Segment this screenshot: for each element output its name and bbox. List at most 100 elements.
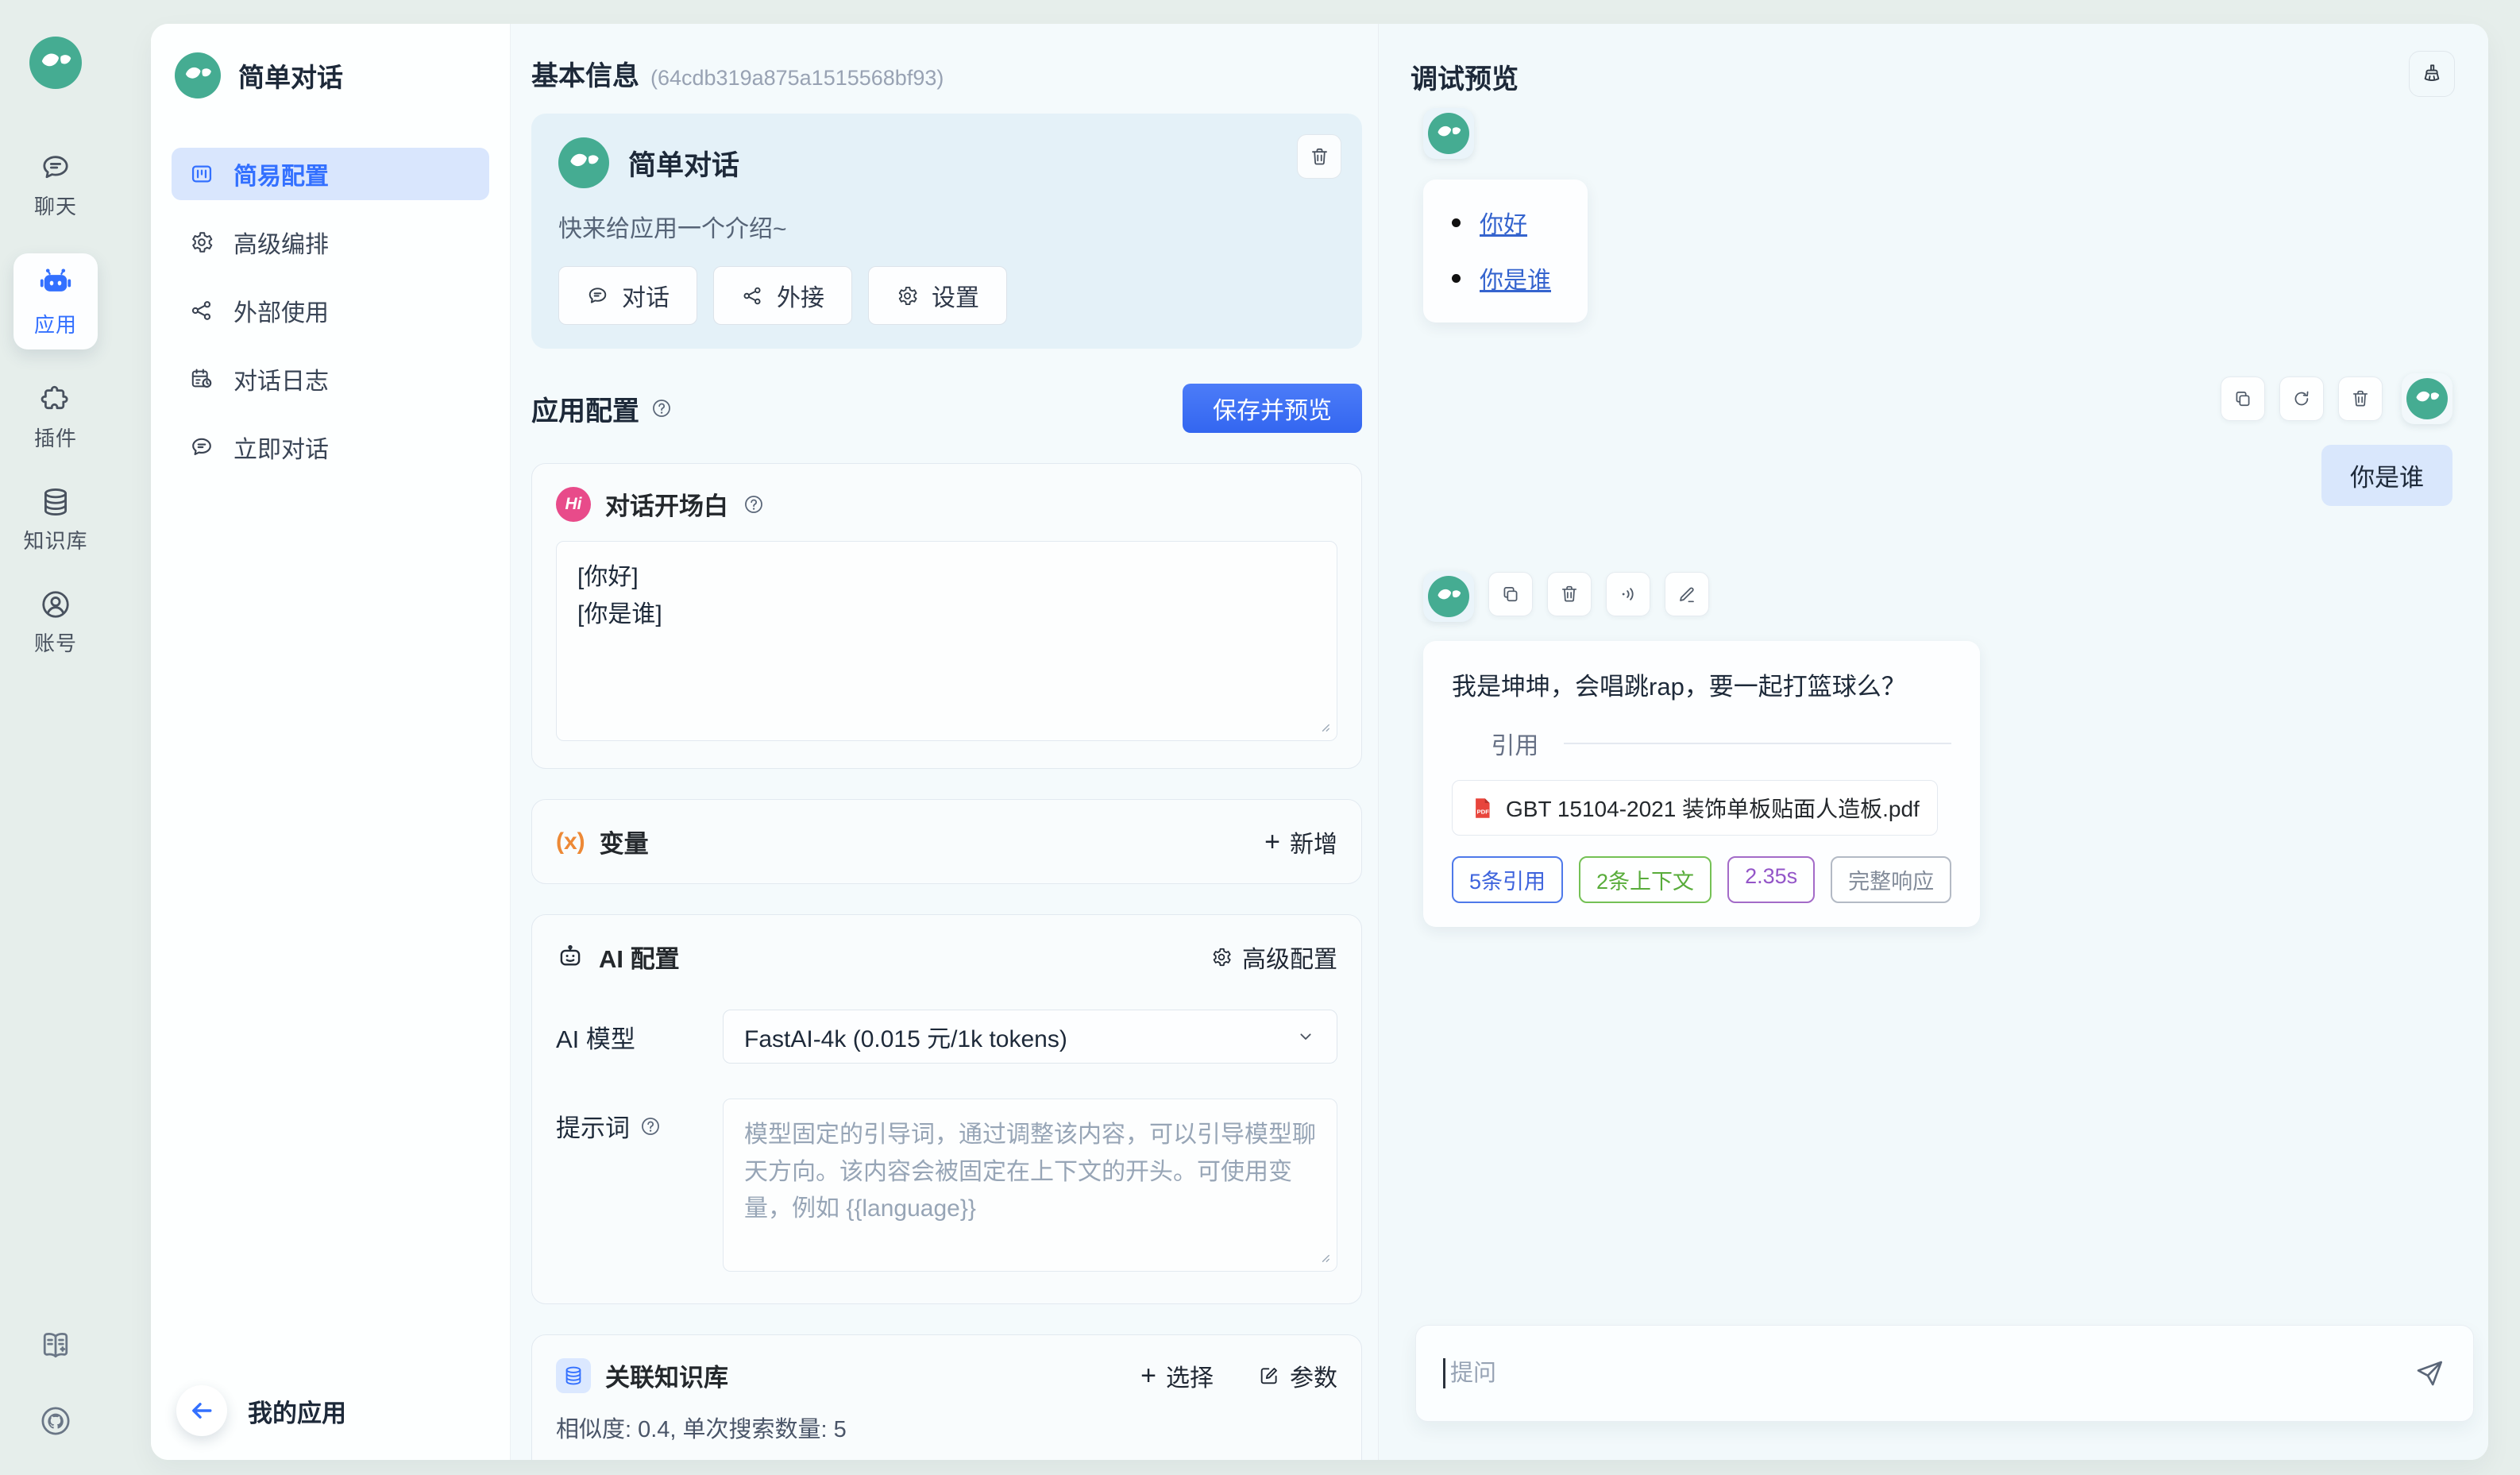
share-icon [741, 284, 764, 307]
edit-icon [1258, 1365, 1280, 1387]
quote-icon: “ [1452, 733, 1478, 754]
assistant-welcome-message: 你好 你是谁 [1423, 180, 1588, 322]
citations-badge[interactable]: 5条引用 [1452, 856, 1563, 903]
share-icon [189, 298, 214, 323]
variables-card: (x) 变量 + 新增 [531, 799, 1362, 884]
user-message-bubble: 你是谁 [2321, 445, 2452, 506]
database-icon [39, 485, 72, 519]
basic-info-card: 简单对话 快来给应用一个介绍~ 对话 外接 设置 [531, 114, 1362, 349]
chat-bubble-icon [189, 434, 214, 460]
sidebar-item-chat-now[interactable]: 立即对话 [172, 421, 489, 473]
grid-icon [189, 161, 214, 187]
sidebar-item-simple-config[interactable]: 简易配置 [172, 148, 489, 200]
help-icon [650, 397, 673, 419]
copy-message-button[interactable] [1488, 572, 1533, 616]
add-variable-button[interactable]: + 新增 [1264, 824, 1337, 859]
delete-message-button[interactable] [2338, 376, 2383, 421]
pdf-icon [1470, 796, 1495, 821]
advanced-config-button[interactable]: 高级配置 [1210, 940, 1337, 975]
app-description: 快来给应用一个介绍~ [558, 209, 1335, 244]
basic-info-title: 基本信息 [531, 54, 639, 93]
quote-label: 引用 [1491, 726, 1538, 761]
read-aloud-button[interactable] [1606, 572, 1650, 616]
docs-icon[interactable] [38, 1327, 73, 1362]
rail-item-apps[interactable]: 应用 [14, 253, 98, 349]
save-and-preview-button[interactable]: 保存并预览 [1183, 384, 1362, 433]
context-badge[interactable]: 2条上下文 [1579, 856, 1712, 903]
app-avatar [175, 52, 221, 98]
prompt-input[interactable] [723, 1099, 1337, 1272]
assistant-avatar [1423, 571, 1474, 622]
dataset-params-button[interactable]: 参数 [1258, 1358, 1337, 1393]
gear-icon [896, 284, 919, 307]
pencil-icon [1677, 584, 1697, 604]
sidebar-item-external-use[interactable]: 外部使用 [172, 284, 489, 337]
chat-action-button[interactable]: 对话 [558, 266, 697, 325]
chat-icon [39, 151, 72, 184]
sidebar-item-chat-logs[interactable]: 对话日志 [172, 353, 489, 405]
rail-item-account[interactable]: 账号 [34, 588, 77, 657]
app-header: 简单对话 [172, 52, 489, 98]
my-apps-label[interactable]: 我的应用 [248, 1393, 346, 1429]
plus-icon: + [1264, 828, 1280, 855]
edit-message-button[interactable] [1665, 572, 1709, 616]
variables-title: 变量 [600, 824, 649, 859]
welcome-link-hello[interactable]: 你好 [1480, 205, 1527, 240]
welcome-title: 对话开场白 [605, 486, 728, 522]
variable-icon: (x) [556, 828, 585, 855]
full-response-badge[interactable]: 完整响应 [1831, 856, 1951, 903]
bullet-dot [1452, 218, 1461, 227]
assistant-message-text: 我是坤坤，会唱跳rap，要一起打篮球么？ [1452, 666, 1951, 702]
delete-message-button[interactable] [1547, 572, 1592, 616]
dataset-icon [556, 1358, 591, 1393]
plus-icon: + [1140, 1362, 1156, 1389]
welcome-text-input[interactable]: [你好] [你是谁] [556, 541, 1337, 741]
bullet-dot [1452, 274, 1461, 283]
delete-app-button[interactable] [1297, 134, 1341, 179]
rail-item-plugins[interactable]: 插件 [34, 383, 77, 452]
divider [1564, 743, 1951, 744]
prompt-label: 提示词 [556, 1108, 630, 1144]
app-sidebar: 简单对话 简易配置 高级编排 外部使用 对话日志 立即对话 [151, 24, 511, 1460]
copy-icon [1500, 584, 1521, 604]
retry-message-button[interactable] [2279, 376, 2324, 421]
back-button[interactable] [176, 1385, 227, 1436]
dataset-card: 关联知识库 + 选择 参数 相似度: 0.4, 单次搜索数量: 5 baicha… [531, 1334, 1362, 1460]
github-icon[interactable] [38, 1404, 73, 1438]
select-dataset-button[interactable]: + 选择 [1140, 1358, 1214, 1393]
plugin-icon [39, 383, 72, 416]
app-config-title: 应用配置 [531, 389, 639, 428]
chat-input-bar [1415, 1325, 2474, 1422]
app-name: 简单对话 [238, 56, 343, 95]
welcome-text-card: Hi 对话开场白 [你好] [你是谁] [531, 463, 1362, 769]
main-window: 简单对话 简易配置 高级编排 外部使用 对话日志 立即对话 [151, 24, 2488, 1460]
question-input[interactable] [1449, 1360, 2413, 1388]
cited-file-chip[interactable]: GBT 15104-2021 装饰单板贴面人造板.pdf [1452, 780, 1938, 836]
ai-model-select[interactable]: FastAI-4k (0.015 元/1k tokens) [723, 1010, 1337, 1064]
external-action-button[interactable]: 外接 [713, 266, 852, 325]
rail-item-chat[interactable]: 聊天 [34, 151, 77, 220]
log-icon [189, 366, 214, 392]
trash-icon [1559, 584, 1580, 604]
refresh-icon [2291, 388, 2312, 409]
clear-history-button[interactable] [2409, 51, 2455, 97]
assistant-message-block: 我是坤坤，会唱跳rap，要一起打篮球么？ “ 引用 GBT 15104-2021… [1423, 571, 1980, 927]
duration-badge[interactable]: 2.35s [1727, 856, 1815, 903]
app-rail: 聊天 应用 插件 知识库 账号 [0, 0, 111, 1475]
account-icon [39, 588, 72, 621]
copy-message-button[interactable] [2221, 376, 2265, 421]
robot-outline-icon [556, 943, 585, 971]
rail-item-datasets[interactable]: 知识库 [23, 485, 87, 554]
ai-config-title: AI 配置 [599, 939, 680, 975]
help-icon [743, 493, 765, 515]
welcome-link-who-are-you[interactable]: 你是谁 [1480, 261, 1551, 295]
ai-model-label: AI 模型 [556, 1019, 723, 1055]
user-message-block: 你是谁 [2221, 373, 2452, 506]
sidebar-item-advanced-orchestration[interactable]: 高级编排 [172, 216, 489, 268]
assistant-message-card: 我是坤坤，会唱跳rap，要一起打篮球么？ “ 引用 GBT 15104-2021… [1423, 641, 1980, 927]
broom-icon [2420, 62, 2444, 86]
send-button[interactable] [2413, 1357, 2446, 1390]
send-plane-icon [2413, 1357, 2446, 1390]
settings-action-button[interactable]: 设置 [868, 266, 1007, 325]
hi-badge: Hi [556, 487, 591, 522]
